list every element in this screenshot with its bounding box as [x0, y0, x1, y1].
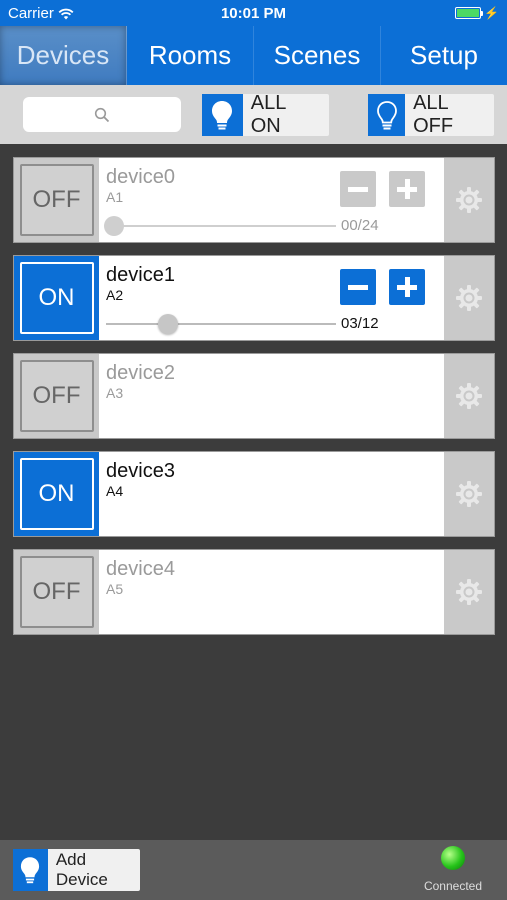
level-slider[interactable] [104, 216, 336, 236]
gear-icon [456, 285, 482, 311]
device-name: device1 [106, 264, 175, 286]
tab-setup[interactable]: Setup [381, 26, 507, 85]
device-address: A1 [106, 189, 124, 205]
device-address: A3 [106, 385, 124, 401]
all-off-label: ALL OFF [413, 92, 454, 137]
device-name: device0 [106, 166, 175, 188]
tab-scenes[interactable]: Scenes [254, 26, 381, 85]
power-toggle-button[interactable]: ON [19, 262, 94, 334]
connection-status: Connected [418, 846, 488, 893]
device-row: OFF device2 A3 [13, 353, 495, 439]
all-on-label: ALL ON [250, 92, 286, 137]
bulb-outline-icon [368, 94, 406, 136]
device-info: device0 A1 00/24 [99, 158, 444, 242]
power-toggle-area: OFF [14, 158, 99, 242]
device-settings-button[interactable] [444, 158, 494, 242]
power-toggle-button[interactable]: OFF [19, 164, 94, 236]
minus-icon [348, 284, 368, 290]
device-info: device3 A4 [99, 452, 444, 536]
power-toggle-area: OFF [14, 550, 99, 634]
bottom-bar: Add Device Connected [0, 840, 507, 900]
power-toggle-button[interactable]: OFF [19, 556, 94, 628]
search-icon [94, 107, 110, 122]
device-settings-button[interactable] [444, 256, 494, 340]
device-name: device3 [106, 460, 175, 482]
power-toggle-area: ON [14, 452, 99, 536]
battery-icon [455, 7, 484, 19]
gear-icon [456, 481, 482, 507]
device-address: A5 [106, 581, 124, 597]
level-slider[interactable] [106, 314, 336, 334]
add-device-label: Add Device [55, 850, 108, 889]
device-info: device4 A5 [99, 550, 444, 634]
tab-devices[interactable]: Devices [0, 26, 127, 85]
device-address: A4 [106, 483, 124, 499]
device-address: A2 [106, 287, 124, 303]
device-row: OFF device4 A5 [13, 549, 495, 635]
device-settings-button[interactable] [444, 354, 494, 438]
power-toggle-button[interactable]: ON [19, 458, 94, 530]
bulb-filled-icon [202, 94, 243, 136]
device-row: ON device3 A4 [13, 451, 495, 537]
tab-rooms[interactable]: Rooms [127, 26, 254, 85]
all-off-button[interactable]: ALL OFF [368, 92, 494, 137]
clock: 10:01 PM [220, 5, 287, 22]
status-bar: Carrier 10:01 PM ⚡ [0, 0, 507, 26]
tab-bar: Devices Rooms Scenes Setup [0, 26, 507, 85]
toolbar: ALL ON ALL OFF [0, 85, 507, 144]
all-on-button[interactable]: ALL ON [202, 92, 329, 137]
level-readout: 03/12 [341, 315, 379, 332]
gear-icon [456, 383, 482, 409]
add-device-button[interactable]: Add Device [13, 849, 140, 891]
device-info: device1 A2 03/12 [99, 256, 444, 340]
increase-level-button[interactable] [389, 171, 425, 207]
gear-icon [456, 579, 482, 605]
level-readout: 00/24 [341, 217, 379, 234]
device-row: ON device1 A2 03/12 [13, 255, 495, 341]
slider-thumb[interactable] [157, 314, 178, 334]
device-settings-button[interactable] [444, 550, 494, 634]
connection-status-label: Connected [423, 879, 483, 893]
device-settings-button[interactable] [444, 452, 494, 536]
device-name: device2 [106, 362, 175, 384]
decrease-level-button[interactable] [340, 171, 376, 207]
decrease-level-button[interactable] [340, 269, 376, 305]
slider-thumb[interactable] [104, 216, 124, 236]
minus-icon [348, 186, 368, 192]
charging-icon: ⚡ [484, 6, 499, 20]
gear-icon [456, 187, 482, 213]
power-toggle-area: OFF [14, 354, 99, 438]
power-toggle-button[interactable]: OFF [19, 360, 94, 432]
power-toggle-area: ON [14, 256, 99, 340]
device-list: OFF device0 A1 00/24 ON device1 A2 03/12… [13, 157, 495, 647]
status-led-icon [441, 846, 465, 870]
device-row: OFF device0 A1 00/24 [13, 157, 495, 243]
search-input[interactable] [23, 97, 181, 132]
increase-level-button[interactable] [389, 269, 425, 305]
bulb-filled-icon [13, 849, 48, 891]
device-name: device4 [106, 558, 175, 580]
battery-indicator: ⚡ [455, 6, 499, 20]
device-info: device2 A3 [99, 354, 444, 438]
